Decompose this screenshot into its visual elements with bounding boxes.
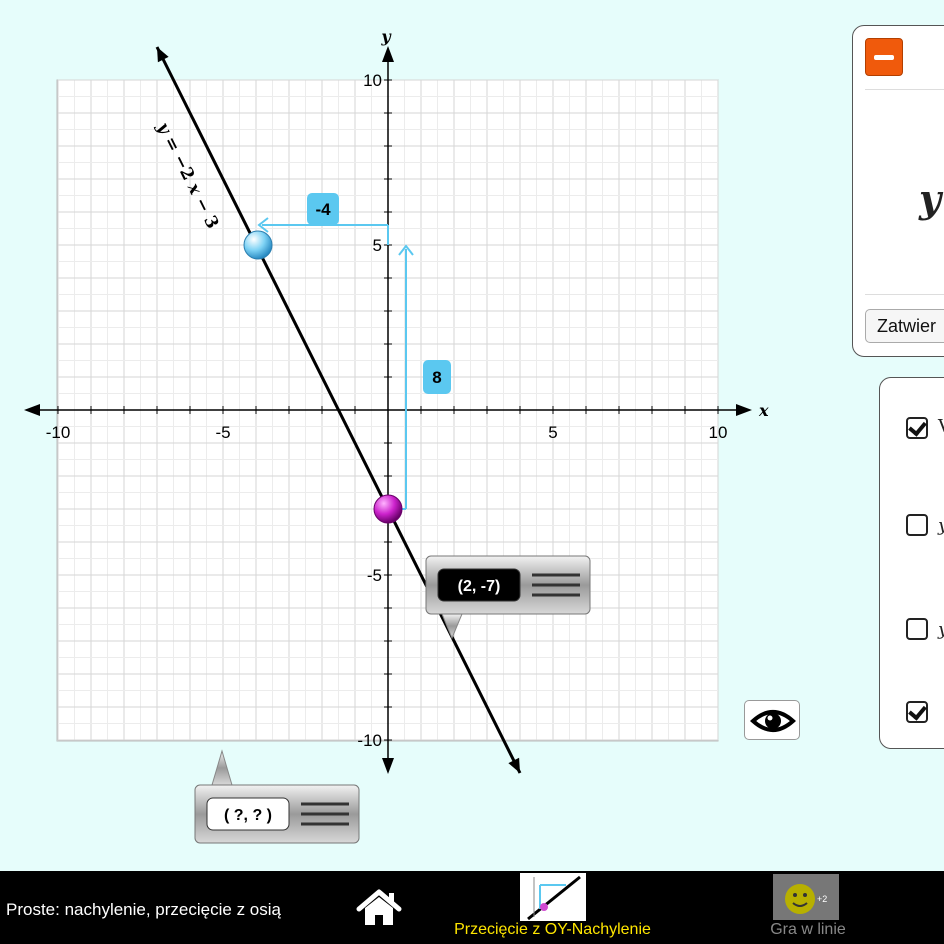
tab-intercept-slope[interactable]: Przecięcie z OY-Nachylenie [430, 871, 675, 944]
option-1-checkbox[interactable] [906, 417, 928, 439]
divider [865, 89, 944, 90]
x-axis-label: x [758, 401, 769, 420]
option-2-label: y [938, 515, 944, 536]
confirm-button[interactable]: Zatwier [865, 309, 944, 343]
run-label: -4 [315, 200, 331, 219]
app-title: Proste: nachylenie, przecięcie z osią [6, 900, 281, 919]
blue-draggable-point[interactable] [243, 230, 273, 260]
option-2-checkbox[interactable] [906, 514, 928, 536]
intercept-slope-thumbnail [520, 873, 586, 921]
y-axis-arrow-down [382, 758, 394, 774]
option-3-label: y [938, 619, 944, 640]
tab-line-game-label: Gra w linie [770, 921, 846, 938]
y-axis-label: y [380, 27, 392, 46]
eye-icon [750, 710, 796, 732]
x-tick-label: 5 [548, 423, 557, 442]
collapse-minus-button[interactable] [865, 38, 903, 76]
coordinate-plane[interactable]: xy -10 -5 5 10105-5-10 y = −2 x − 3 -48 (2,… [0, 0, 830, 871]
rise-label: 8 [432, 368, 441, 387]
toggle-visibility-button[interactable] [744, 700, 800, 740]
x-axis-arrow-right [736, 404, 752, 416]
x-tick-label: -10 [46, 423, 71, 442]
y-tick-label: 5 [373, 236, 382, 255]
point-coordinate-handle[interactable]: ( ?, ? ) [194, 749, 360, 844]
tooltip-value: (2, -7) [458, 578, 501, 595]
tooltip-value: ( ?, ? ) [224, 807, 272, 824]
y-axis-arrow-up [382, 46, 394, 62]
magenta-intercept-point[interactable] [373, 494, 403, 524]
option-3-checkbox[interactable] [906, 618, 928, 640]
option-4-checkbox[interactable] [906, 701, 928, 723]
equation-display: y [919, 176, 942, 221]
x-axis-arrow-left [24, 404, 40, 416]
equation-panel: y Zatwier [852, 25, 944, 357]
footer-bar: Proste: nachylenie, przecięcie z osią Pr… [0, 871, 944, 944]
option-1-label: V [938, 416, 944, 437]
divider [865, 294, 944, 295]
options-panel: V y y [879, 377, 944, 749]
x-tick-label: 10 [709, 423, 728, 442]
tab-intercept-slope-label: Przecięcie z OY-Nachylenie [454, 921, 651, 938]
game-badge: +2 [817, 894, 827, 904]
x-tick-label: -5 [215, 423, 230, 442]
home-icon[interactable] [355, 888, 403, 928]
y-tick-label: -10 [357, 731, 382, 750]
tooltip-pointer [211, 749, 233, 786]
tab-line-game[interactable]: +2 Gra w linie [748, 871, 868, 944]
y-tick-label: -5 [367, 566, 382, 585]
y-tick-label: 10 [363, 71, 382, 90]
smiley-icon: +2 [773, 874, 839, 920]
